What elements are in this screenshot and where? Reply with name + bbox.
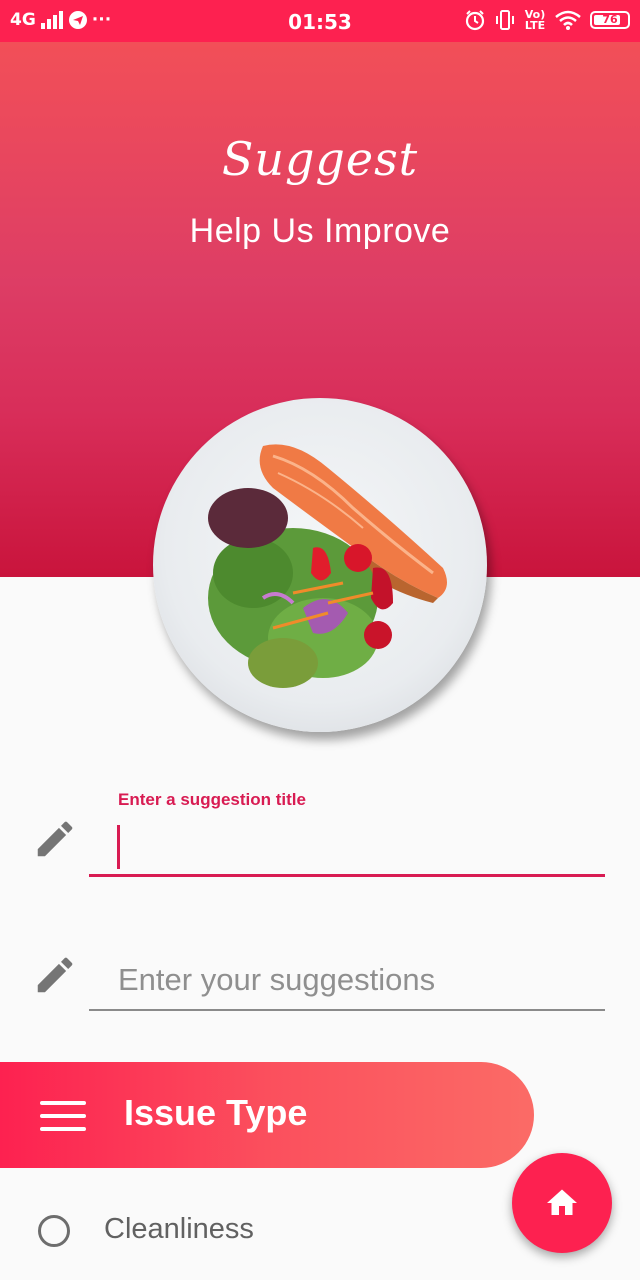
suggestion-title-underline bbox=[89, 874, 605, 877]
issue-type-title: Issue Type bbox=[124, 1092, 308, 1133]
battery-level: 76 bbox=[602, 13, 618, 26]
battery-icon: 76 bbox=[590, 11, 630, 29]
issue-option-label: Cleanliness bbox=[104, 1213, 254, 1245]
issue-type-header[interactable]: Issue Type bbox=[0, 1062, 534, 1168]
status-bar: 4G ··· 01:53 Vo) LTE 76 bbox=[0, 0, 640, 42]
suggestion-title-label: Enter a suggestion title bbox=[118, 790, 306, 809]
status-right: Vo) LTE 76 bbox=[464, 9, 630, 31]
suggestions-underline bbox=[89, 1009, 605, 1011]
food-plate-image bbox=[153, 398, 487, 732]
volte-icon: Vo) LTE bbox=[524, 8, 546, 32]
page-title: Suggest bbox=[221, 132, 419, 186]
pencil-icon bbox=[37, 821, 73, 857]
vibrate-icon bbox=[496, 10, 514, 30]
suggestions-placeholder: Enter your suggestions bbox=[118, 962, 436, 997]
radio-button-icon[interactable] bbox=[38, 1215, 70, 1247]
salmon-salad-illustration bbox=[208, 444, 447, 688]
wifi-icon bbox=[555, 10, 581, 30]
alarm-icon bbox=[465, 10, 485, 31]
home-icon bbox=[547, 1189, 577, 1215]
suggestion-title-field[interactable]: Enter a suggestion title bbox=[0, 790, 640, 880]
suggestion-title-input[interactable] bbox=[118, 820, 602, 872]
page-subtitle: Help Us Improve bbox=[189, 212, 451, 250]
suggestions-field[interactable]: Enter your suggestions bbox=[0, 940, 640, 1015]
pencil-icon bbox=[37, 957, 73, 993]
home-button[interactable] bbox=[512, 1153, 612, 1253]
menu-icon[interactable] bbox=[40, 1101, 86, 1131]
